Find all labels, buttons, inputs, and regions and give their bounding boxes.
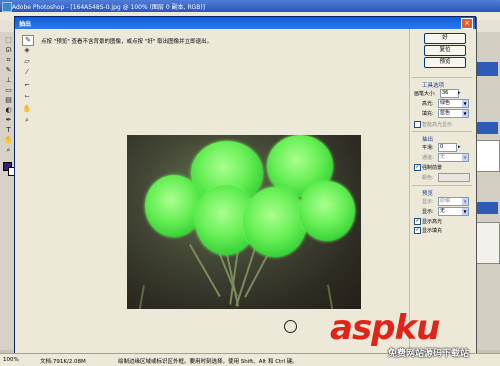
channel-value: 无 (440, 154, 446, 160)
highlight-label: 高光: (422, 101, 434, 107)
close-icon[interactable]: × (461, 18, 473, 29)
stamp-tool-icon[interactable]: ⊥ (4, 76, 13, 84)
extract-dialog: 抽出 × ✎ ◈ ▱ ⁄ ⌐ ⌙ ✋ ⌕ 点按 "预览" 查看不含背景的图像，或… (14, 16, 476, 354)
show-select[interactable]: 无 ▼ (438, 207, 469, 216)
show-fill-checkbox[interactable]: ✓ (414, 227, 421, 234)
edge-highlighter-icon[interactable]: ✎ (22, 35, 34, 46)
chevron-down-icon: ▼ (462, 110, 468, 117)
zoom-icon[interactable]: ⌕ (22, 116, 32, 125)
reset-button[interactable]: 复位 (424, 45, 466, 56)
crop-tool-icon[interactable]: ⌗ (4, 56, 13, 64)
color-swatch[interactable] (438, 173, 470, 182)
show-fill-label: 显示填充 (422, 228, 443, 234)
chevron-down-icon: ▼ (462, 154, 468, 161)
zoom-level[interactable]: 100% (3, 357, 19, 363)
brush-cursor (284, 320, 297, 333)
chevron-down-icon: ▼ (462, 198, 468, 205)
highlight-select[interactable]: 绿色 ▼ (438, 99, 469, 108)
fill-label: 填充: (422, 111, 434, 117)
dodge-tool-icon[interactable]: ◐ (4, 106, 13, 114)
channel-label: 通道: (422, 155, 434, 161)
show-highlight-label: 显示高光 (422, 219, 443, 225)
eraser-icon[interactable]: ▱ (22, 57, 32, 66)
background-grass (137, 285, 145, 309)
type-tool-icon[interactable]: T (4, 126, 13, 134)
fill-select[interactable]: 蓝色 ▼ (438, 109, 469, 118)
preview-canvas[interactable] (35, 47, 409, 351)
background-grass (327, 284, 335, 309)
chevron-down-icon: ▼ (462, 208, 468, 215)
smooth-label: 平滑: (422, 145, 434, 151)
smart-highlight-label: 智能高光显示 (422, 122, 453, 128)
edge-touchup-icon[interactable]: ⌙ (22, 92, 32, 101)
watermark-subtitle: 免费网站源码下载站 (388, 349, 470, 359)
show-highlight-checkbox[interactable]: ✓ (414, 218, 421, 225)
brush-size-label: 画笔大小: (414, 91, 436, 97)
slider-arrow-icon[interactable]: ▸ (458, 90, 461, 96)
smooth-input[interactable]: 0 (438, 143, 457, 152)
cleanup-icon[interactable]: ⌐ (22, 81, 32, 90)
show-label: 显示: (422, 209, 434, 215)
lasso-tool-icon[interactable]: ᘏ (4, 46, 13, 54)
doc-size: 文档:791K/2.08M (40, 359, 86, 365)
hand-tool-icon[interactable]: ✋ (4, 136, 13, 144)
dialog-toolbar: ✎ ◈ ▱ ⁄ ⌐ ⌙ ✋ ⌕ (21, 35, 34, 125)
hand-icon[interactable]: ✋ (22, 105, 32, 114)
dialog-hint: 点按 "预览" 查看不含背景的图像，或点按 "好" 取出图像并立即退出。 (41, 39, 213, 45)
dialog-title: 抽出 (19, 21, 32, 28)
dialog-options: 好 复位 预览 工具选项 画笔大小: 36 ▸ 高光: 绿色 ▼ 填充: 蓝色 … (409, 29, 476, 353)
view-select[interactable]: 原稿 ▼ (438, 197, 469, 206)
slider-arrow-icon[interactable]: ▸ (458, 144, 461, 150)
divider (412, 131, 472, 132)
fill-value: 蓝色 (440, 110, 451, 116)
watermark-logo: aspku (330, 308, 440, 348)
brush-tool-icon[interactable]: ✎ (4, 66, 13, 74)
app-title: Adobe Photoshop - [164A548S-0.jpg @ 100%… (12, 4, 205, 11)
dandelion-photo (127, 135, 361, 309)
preview-button[interactable]: 预览 (424, 57, 466, 68)
app-titlebar: Adobe Photoshop - [164A548S-0.jpg @ 100%… (0, 0, 500, 12)
photoshop-logo-icon (2, 2, 12, 12)
ok-button[interactable]: 好 (424, 33, 466, 44)
eraser-tool-icon[interactable]: ▭ (4, 86, 13, 94)
dialog-titlebar: 抽出 × (15, 17, 475, 29)
eyedropper-icon[interactable]: ⁄ (22, 68, 32, 77)
status-hint: 绘制边缘区域或标识区外框。要用时刻选择，使用 Shift、Alt 和 Ctrl … (118, 359, 298, 365)
zoom-tool-icon[interactable]: ⌕ (4, 146, 13, 154)
chevron-down-icon: ▼ (462, 100, 468, 107)
view-value: 原稿 (440, 198, 451, 204)
pen-tool-icon[interactable]: ✒ (4, 116, 13, 124)
highlighted-seedhead (243, 187, 307, 257)
gradient-tool-icon[interactable]: ▤ (4, 96, 13, 104)
fill-icon[interactable]: ◈ (22, 46, 32, 55)
tool-options-heading: 工具选项 (422, 83, 445, 89)
divider (412, 185, 472, 186)
preview-heading: 预览 (422, 191, 434, 197)
extraction-heading: 抽出 (422, 137, 434, 143)
channel-select[interactable]: 无 ▼ (438, 153, 469, 162)
highlight-value: 绿色 (440, 100, 451, 106)
brush-size-input[interactable]: 36 (440, 89, 459, 98)
highlighted-seedhead (299, 181, 355, 241)
show-value: 无 (440, 208, 446, 214)
divider (412, 77, 472, 78)
watermark: aspku 免费网站源码下载站 (330, 308, 500, 365)
force-foreground-checkbox[interactable]: ✓ (414, 164, 421, 171)
view-label: 显示: (422, 199, 434, 205)
color-label: 颜色: (422, 175, 434, 181)
force-foreground-label: 强制前景 (422, 165, 443, 171)
marquee-tool-icon[interactable]: ⬚ (4, 36, 13, 44)
highlighted-seedhead (145, 175, 203, 237)
smart-highlight-checkbox[interactable] (414, 121, 421, 128)
